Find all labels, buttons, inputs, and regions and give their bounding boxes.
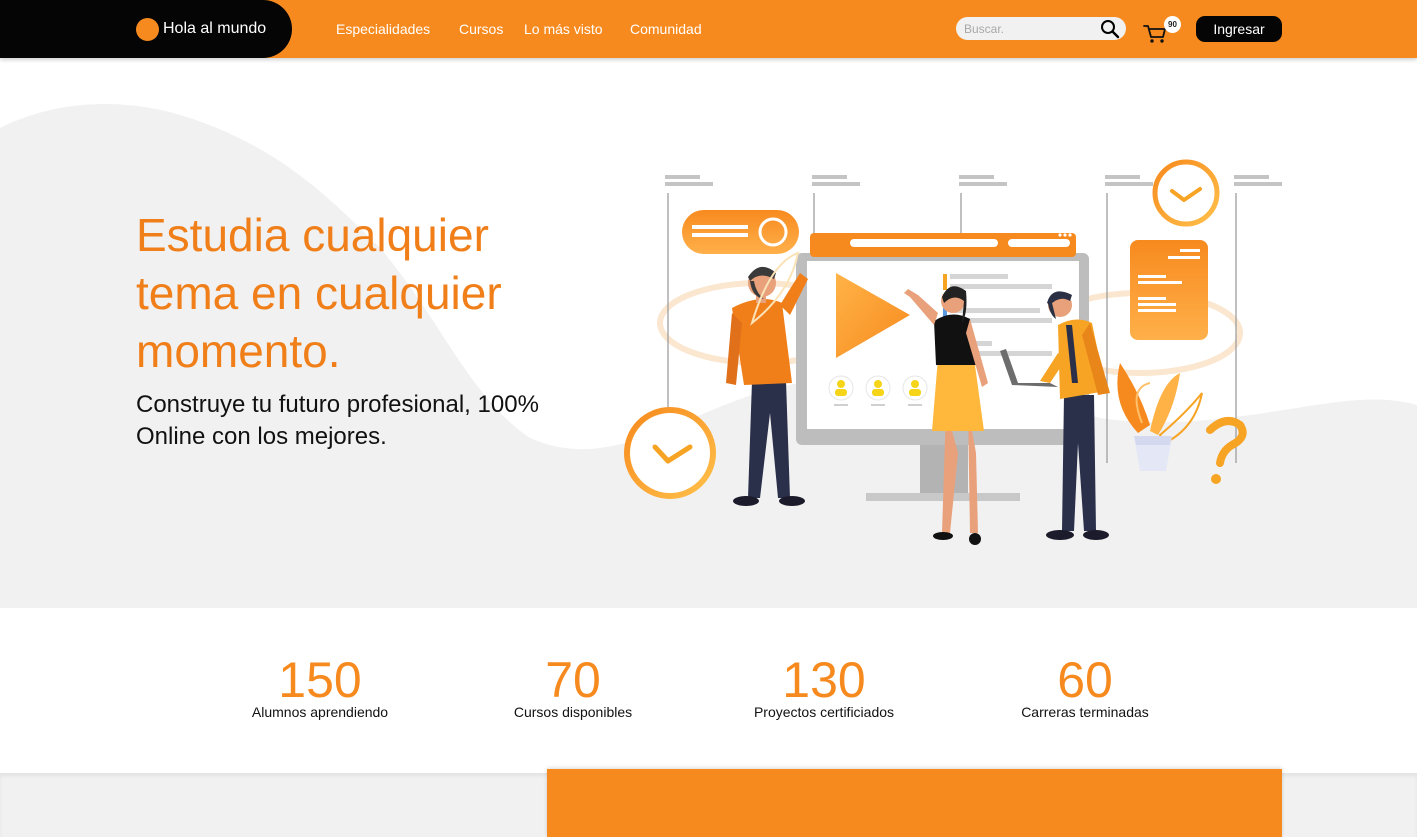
stat-label: Alumnos aprendiendo	[251, 704, 389, 720]
stat-value: 130	[782, 652, 866, 708]
search-input[interactable]	[964, 19, 1094, 38]
stat-label: Cursos disponibles	[513, 704, 633, 720]
stat-label: Carreras terminadas	[1021, 704, 1149, 720]
stat-label: Proyectos certificiados	[753, 704, 895, 720]
stat-value: 150	[278, 652, 362, 708]
nav-link-lo-mas-visto[interactable]: Lo más visto	[524, 20, 603, 38]
search-box	[956, 17, 1126, 40]
nav-link-cursos[interactable]: Cursos	[459, 20, 503, 38]
stat-value: 70	[545, 652, 601, 708]
hero-title: Estudia cualquier tema en cualquier mome…	[136, 209, 502, 377]
stat-item: 60 Carreras terminadas	[995, 652, 1175, 720]
cart-button[interactable]: 90	[1142, 16, 1182, 46]
nav-link-comunidad[interactable]: Comunidad	[630, 20, 702, 38]
stat-item: 150 Alumnos aprendiendo	[230, 652, 410, 720]
cart-count-badge: 90	[1164, 16, 1181, 33]
search-icon[interactable]	[1100, 19, 1120, 39]
brand-dot-icon	[136, 18, 159, 41]
hero-section: Estudia cualquier tema en cualquier mome…	[0, 58, 1417, 608]
stat-value: 60	[1057, 652, 1113, 708]
brand-logo[interactable]: Hola al mundo	[0, 0, 292, 58]
top-navbar: Hola al mundo Especialidades Cursos Lo m…	[0, 0, 1417, 58]
stats-section: 150 Alumnos aprendiendo 70 Cursos dispon…	[0, 608, 1417, 773]
question-mark-icon	[1206, 417, 1247, 484]
nav-link-especialidades[interactable]: Especialidades	[336, 20, 430, 38]
stat-item: 130 Proyectos certificiados	[734, 652, 914, 720]
brand-name: Hola al mundo	[163, 20, 267, 37]
hero-subtitle: Construye tu futuro profesional, 100% On…	[136, 391, 539, 450]
login-button[interactable]: Ingresar	[1196, 16, 1282, 42]
hero-illustration	[624, 159, 1282, 545]
stat-item: 70 Cursos disponibles	[483, 652, 663, 720]
featured-panel	[547, 769, 1282, 837]
